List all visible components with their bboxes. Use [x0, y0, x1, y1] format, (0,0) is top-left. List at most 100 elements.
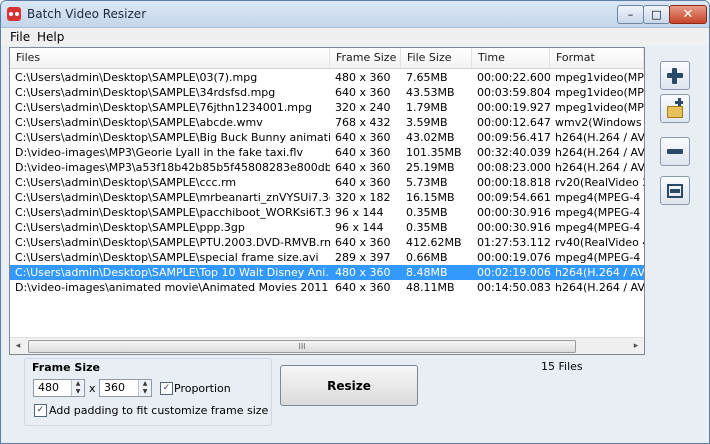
minus-icon	[667, 149, 683, 154]
scroll-left-icon[interactable]: ◂	[13, 340, 23, 352]
height-spin-arrows-icon[interactable]: ▲ ▼	[138, 380, 151, 396]
column-header-files[interactable]: Files	[10, 48, 330, 68]
cell-format: mpeg4(MPEG-4 p	[555, 206, 644, 219]
table-row[interactable]: C:\Users\admin\Desktop\SAMPLE\Top 10 Wal…	[10, 265, 644, 280]
table-row[interactable]: C:\Users\admin\Desktop\SAMPLE\special fr…	[10, 250, 644, 265]
cell-file-path: C:\Users\admin\Desktop\SAMPLE\03(7).mpg	[15, 71, 258, 84]
cell-format: mpeg4(MPEG-4 p	[555, 221, 644, 234]
table-row[interactable]: D:\video-images\MP3\a53f18b42b85b5f45808…	[10, 160, 644, 175]
table-row[interactable]: C:\Users\admin\Desktop\SAMPLE\Big Buck B…	[10, 130, 644, 145]
table-row[interactable]: C:\Users\admin\Desktop\SAMPLE\mrbeanarti…	[10, 190, 644, 205]
cell-duration: 00:09:54.661	[477, 191, 550, 204]
table-row[interactable]: C:\Users\admin\Desktop\SAMPLE\pacchiboot…	[10, 205, 644, 220]
cell-frame-size: 320 x 182	[335, 191, 391, 204]
menu-help[interactable]: Help	[37, 30, 64, 44]
width-stepper[interactable]: 480 ▲ ▼	[33, 379, 85, 397]
menu-file[interactable]: File	[10, 30, 30, 44]
cell-format: h264(H.264 / AVC	[555, 146, 644, 159]
cell-file-size: 16.15MB	[406, 191, 455, 204]
cell-frame-size: 640 x 360	[335, 176, 391, 189]
frame-size-title: Frame Size	[30, 361, 102, 374]
column-header-time[interactable]: Time	[472, 48, 550, 68]
cell-format: mpeg1video(MPE	[555, 71, 644, 84]
cell-duration: 00:32:40.039	[477, 146, 550, 159]
cell-frame-size: 289 x 397	[335, 251, 391, 264]
plus-icon	[667, 67, 683, 84]
padding-checkbox[interactable]: ✓	[34, 404, 47, 417]
file-list[interactable]: Files Frame Size File Size Time Format C…	[9, 47, 645, 355]
cell-file-size: 1.79MB	[406, 101, 448, 114]
cell-frame-size: 640 x 360	[335, 86, 391, 99]
cell-file-path: D:\video-images\MP3\a53f18b42b85b5f45808…	[15, 161, 330, 174]
size-separator: x	[89, 382, 96, 395]
height-stepper[interactable]: 360 ▲ ▼	[99, 379, 152, 397]
column-header-file-size[interactable]: File Size	[401, 48, 472, 68]
cell-duration: 00:14:50.083	[477, 281, 550, 294]
cell-frame-size: 96 x 144	[335, 221, 384, 234]
cell-format: mpeg1video(MPE	[555, 86, 644, 99]
cell-file-path: C:\Users\admin\Desktop\SAMPLE\Big Buck B…	[15, 131, 330, 144]
cell-file-size: 3.59MB	[406, 116, 448, 129]
cell-file-size: 0.66MB	[406, 251, 448, 264]
cell-file-size: 43.02MB	[406, 131, 455, 144]
cell-duration: 00:03:59.804	[477, 86, 550, 99]
cell-format: rv40(RealVideo 4	[555, 236, 644, 249]
cell-file-path: C:\Users\admin\Desktop\SAMPLE\pacchiboot…	[15, 206, 330, 219]
table-row[interactable]: C:\Users\admin\Desktop\SAMPLE\76jthn1234…	[10, 100, 644, 115]
cell-duration: 00:00:19.076	[477, 251, 550, 264]
remove-all-button[interactable]	[660, 176, 690, 205]
cell-file-size: 0.35MB	[406, 221, 448, 234]
resize-button[interactable]: Resize	[280, 365, 418, 406]
cell-duration: 00:00:30.916	[477, 221, 550, 234]
table-row[interactable]: D:\video-images\animated movie\Animated …	[10, 280, 644, 295]
cell-duration: 00:00:22.600	[477, 71, 550, 84]
cell-file-path: C:\Users\admin\Desktop\SAMPLE\34rdsfsd.m…	[15, 86, 276, 99]
scroll-thumb[interactable]: III	[28, 340, 576, 353]
cell-format: mpeg1video(MPE	[555, 101, 644, 114]
cell-duration: 00:00:19.927	[477, 101, 550, 114]
scroll-right-icon[interactable]: ▸	[631, 340, 641, 352]
cell-frame-size: 96 x 144	[335, 206, 384, 219]
cell-frame-size: 640 x 360	[335, 146, 391, 159]
table-row[interactable]: C:\Users\admin\Desktop\SAMPLE\ppp.3gp 96 …	[10, 220, 644, 235]
add-folder-button[interactable]	[660, 94, 690, 123]
cell-file-size: 48.11MB	[406, 281, 455, 294]
minimize-button[interactable]: –	[617, 5, 644, 24]
table-row[interactable]: D:\video-images\MP3\Georie Lyall in the …	[10, 145, 644, 160]
cell-file-size: 412.62MB	[406, 236, 462, 249]
cell-file-size: 43.53MB	[406, 86, 455, 99]
table-row[interactable]: C:\Users\admin\Desktop\SAMPLE\03(7).mpg 4…	[10, 70, 644, 85]
cell-duration: 00:09:56.417	[477, 131, 550, 144]
cell-file-path: C:\Users\admin\Desktop\SAMPLE\abcde.wmv	[15, 116, 263, 129]
cell-file-path: C:\Users\admin\Desktop\SAMPLE\special fr…	[15, 251, 319, 264]
column-header-format[interactable]: Format	[550, 48, 644, 68]
table-row[interactable]: C:\Users\admin\Desktop\SAMPLE\34rdsfsd.m…	[10, 85, 644, 100]
cell-format: h264(H.264 / AVC	[555, 281, 644, 294]
menu-bar: File Help	[1, 28, 709, 46]
cell-frame-size: 640 x 360	[335, 131, 391, 144]
cell-file-path: D:\video-images\animated movie\Animated …	[15, 281, 330, 294]
column-header-frame-size[interactable]: Frame Size	[330, 48, 401, 68]
table-row[interactable]: C:\Users\admin\Desktop\SAMPLE\abcde.wmv 7…	[10, 115, 644, 130]
close-button[interactable]: ✕	[669, 5, 707, 24]
cell-format: wmv2(Windows M	[555, 116, 644, 129]
add-file-button[interactable]	[660, 61, 690, 90]
horizontal-scrollbar[interactable]: ◂ III ▸	[10, 337, 644, 354]
table-row[interactable]: C:\Users\admin\Desktop\SAMPLE\ccc.rm 640 …	[10, 175, 644, 190]
cell-frame-size: 768 x 432	[335, 116, 391, 129]
width-spin-arrows-icon[interactable]: ▲ ▼	[71, 380, 84, 396]
cell-file-path: C:\Users\admin\Desktop\SAMPLE\Top 10 Wal…	[15, 266, 330, 279]
clear-all-icon	[667, 183, 683, 198]
table-row[interactable]: C:\Users\admin\Desktop\SAMPLE\PTU.2003.D…	[10, 235, 644, 250]
maximize-icon: □	[651, 8, 662, 21]
cell-frame-size: 640 x 360	[335, 161, 391, 174]
cell-frame-size: 640 x 360	[335, 236, 391, 249]
remove-file-button[interactable]	[660, 137, 690, 166]
close-icon: ✕	[682, 7, 694, 22]
maximize-button[interactable]: □	[643, 5, 670, 24]
cell-format: mpeg4(MPEG-4 p	[555, 191, 644, 204]
checkmark-icon: ✓	[36, 405, 45, 415]
cell-format: rv20(RealVideo 2	[555, 176, 644, 189]
proportion-checkbox[interactable]: ✓	[160, 382, 173, 395]
app-icon	[7, 7, 21, 21]
